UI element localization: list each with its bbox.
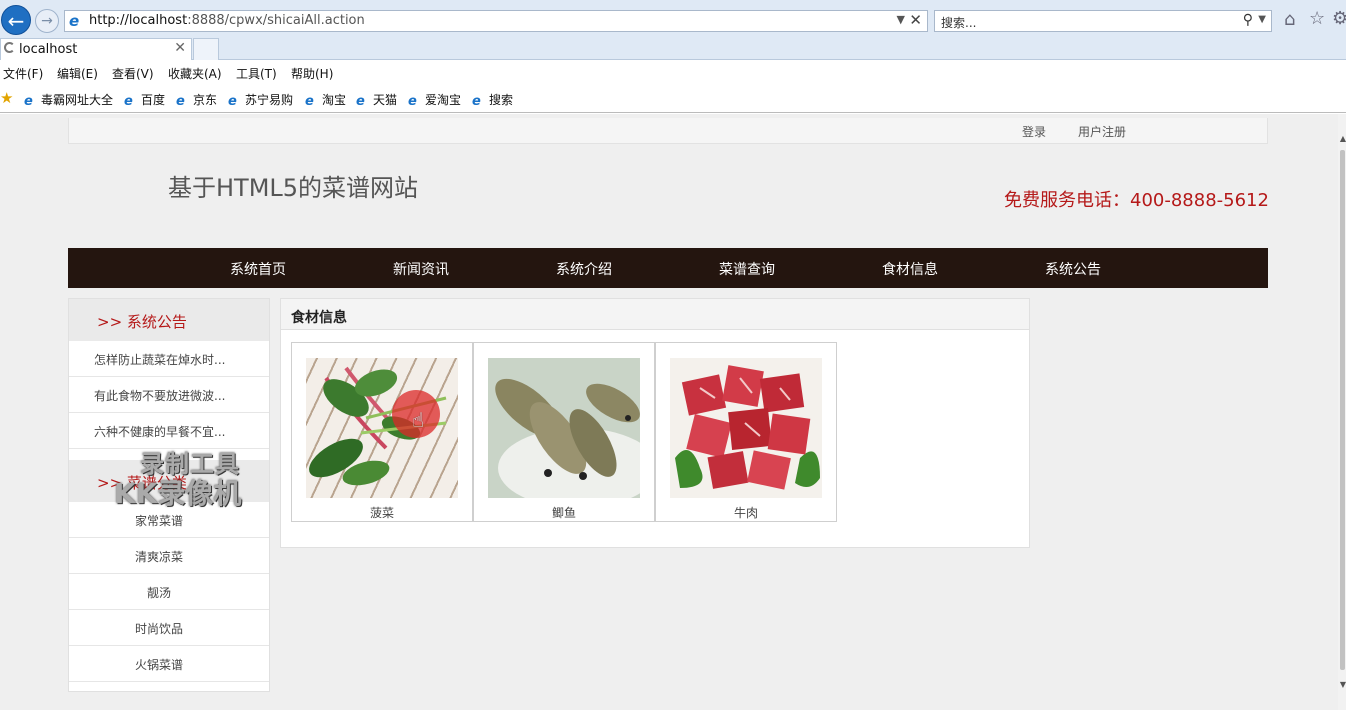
address-url[interactable]: http://localhost:8888/cpwx/shicaiAll.act… <box>89 13 365 28</box>
scroll-up-icon[interactable]: ▲ <box>1340 134 1346 143</box>
ingredient-panel: 食材信息 菠菜 鲫鱼 牛肉 <box>280 298 1030 548</box>
ie-icon: e <box>124 94 133 109</box>
search-dropdown-icon[interactable]: ▼ <box>1258 14 1266 25</box>
nav-home[interactable]: 系统首页 <box>230 259 286 279</box>
top-bar: 登录 用户注册 <box>68 118 1268 144</box>
menu-view[interactable]: 查看(V) <box>112 65 154 82</box>
fav-item[interactable]: e 淘宝 <box>305 91 346 109</box>
new-tab-button[interactable] <box>193 38 219 60</box>
crucian-carp-image[interactable] <box>488 358 640 498</box>
search-icon[interactable]: ⚲ <box>1243 12 1253 28</box>
ingredient-card[interactable]: 鲫鱼 <box>473 342 655 522</box>
search-input[interactable]: 搜索... <box>941 14 976 31</box>
scroll-down-icon[interactable]: ▼ <box>1340 680 1346 689</box>
gear-icon[interactable]: ⚙ <box>1332 8 1346 29</box>
browser-menu-bar: 文件(F) 编辑(E) 查看(V) 收藏夹(A) 工具(T) 帮助(H) <box>0 61 1346 85</box>
login-link[interactable]: 登录 <box>1022 123 1046 140</box>
watermark-line2: KK录像机 <box>114 477 242 510</box>
menu-edit[interactable]: 编辑(E) <box>57 65 98 82</box>
ingredient-card[interactable]: 菠菜 <box>291 342 473 522</box>
category-item[interactable]: 时尚饮品 <box>69 610 269 646</box>
ie-icon: e <box>24 94 33 109</box>
scroll-thumb[interactable] <box>1340 150 1345 670</box>
forward-icon[interactable]: → <box>35 9 59 33</box>
ingredient-name[interactable]: 菠菜 <box>292 504 472 521</box>
ie-icon: e <box>408 94 417 109</box>
ie-icon: e <box>356 94 365 109</box>
ie-icon: e <box>305 94 314 109</box>
category-item[interactable]: 火锅菜谱 <box>69 646 269 682</box>
fav-item[interactable]: e 爱淘宝 <box>408 91 461 109</box>
hand-cursor-icon: ☝ <box>412 408 425 432</box>
address-bar[interactable]: e http://localhost:8888/cpwx/shicaiAll.a… <box>64 10 928 32</box>
hotline: 免费服务电话：400-8888-5612 <box>1004 190 1269 211</box>
site-title: 基于HTML5的菜谱网站 <box>168 174 419 202</box>
dropdown-icon[interactable]: ▼ <box>897 13 905 26</box>
panel-header: 食材信息 <box>281 299 1029 330</box>
fav-item[interactable]: e 苏宁易购 <box>228 91 293 109</box>
tab-title: localhost <box>19 42 78 57</box>
browser-address-row: ← → e http://localhost:8888/cpwx/shicaiA… <box>0 0 1346 38</box>
notice-item[interactable]: 有此食物不要放进微波... <box>69 377 269 413</box>
back-icon[interactable]: ← <box>1 5 31 35</box>
close-icon[interactable]: ✕ <box>909 11 922 29</box>
fav-item[interactable]: e 搜索 <box>472 91 513 109</box>
fav-item[interactable]: e 京东 <box>176 91 217 109</box>
notice-item[interactable]: 怎样防止蔬菜在焯水时... <box>69 341 269 377</box>
ingredient-name[interactable]: 牛肉 <box>656 504 836 521</box>
browser-search-box[interactable]: 搜索... ⚲ ▼ <box>934 10 1272 32</box>
nav-news[interactable]: 新闻资讯 <box>393 259 449 279</box>
menu-tools[interactable]: 工具(T) <box>236 65 277 82</box>
page-viewport: 登录 用户注册 基于HTML5的菜谱网站 免费服务电话：400-8888-561… <box>0 114 1346 710</box>
ie-icon: e <box>228 94 237 109</box>
fav-item[interactable]: e 百度 <box>124 91 165 109</box>
favorites-star-icon[interactable]: ★ <box>0 89 13 107</box>
ingredient-name[interactable]: 鲫鱼 <box>474 504 654 521</box>
notice-title: >> 系统公告 <box>97 313 187 331</box>
ingredient-card[interactable]: 牛肉 <box>655 342 837 522</box>
menu-help[interactable]: 帮助(H) <box>291 65 333 82</box>
register-link[interactable]: 用户注册 <box>1078 123 1126 140</box>
tab-close-icon[interactable]: ✕ <box>174 40 186 56</box>
notice-header: >> 系统公告 <box>69 299 269 341</box>
category-item[interactable]: 靓汤 <box>69 574 269 610</box>
browser-tab[interactable]: localhost ✕ <box>0 38 192 60</box>
loading-icon <box>4 42 15 53</box>
ie-icon: e <box>176 94 185 109</box>
menu-favorites[interactable]: 收藏夹(A) <box>168 65 222 82</box>
home-icon[interactable]: ⌂ <box>1284 9 1295 30</box>
menu-file[interactable]: 文件(F) <box>3 65 43 82</box>
main-nav: 系统首页 新闻资讯 系统介绍 菜谱查询 食材信息 系统公告 <box>68 248 1268 288</box>
category-item[interactable]: 清爽凉菜 <box>69 538 269 574</box>
nav-intro[interactable]: 系统介绍 <box>556 259 612 279</box>
panel-title: 食材信息 <box>291 310 347 326</box>
nav-recipe-search[interactable]: 菜谱查询 <box>719 259 775 279</box>
nav-ingredients[interactable]: 食材信息 <box>882 259 938 279</box>
ie-icon: e <box>472 94 481 109</box>
page-scrollbar[interactable]: ▲ ▼ <box>1338 114 1346 710</box>
beef-image[interactable] <box>670 358 822 498</box>
fav-item[interactable]: e 天猫 <box>356 91 397 109</box>
ie-icon: e <box>69 12 80 30</box>
star-icon[interactable]: ☆ <box>1309 8 1325 29</box>
favorites-bar: ★ e 毒霸网址大全 e 百度 e 京东 e 苏宁易购 e 淘宝 e 天猫 e 爱淘宝 e 搜索 <box>0 85 1346 113</box>
fav-item[interactable]: e 毒霸网址大全 <box>24 91 113 109</box>
browser-tab-row: localhost ✕ <box>0 38 1346 60</box>
nav-notices[interactable]: 系统公告 <box>1045 259 1101 279</box>
